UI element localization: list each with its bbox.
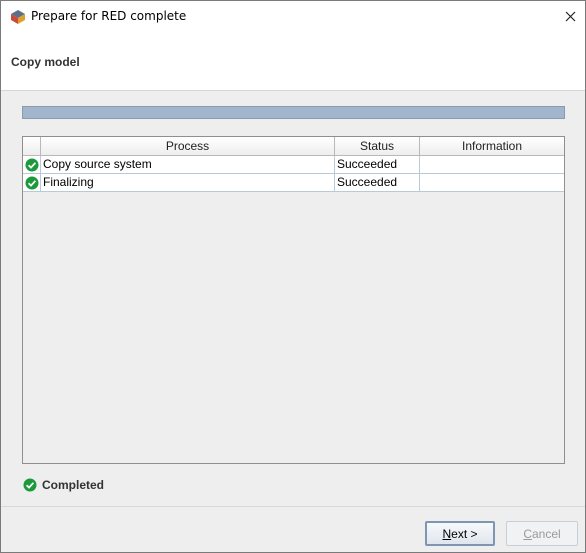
close-button[interactable] — [555, 1, 585, 32]
page-title: Copy model — [11, 55, 80, 69]
status-cell: Succeeded — [335, 156, 420, 174]
column-header-process[interactable]: Process — [41, 137, 335, 156]
footer-divider — [1, 506, 585, 507]
table-row[interactable]: Copy source system Succeeded — [23, 156, 564, 174]
status-label: Completed — [42, 478, 105, 492]
process-table: Process Status Information Copy source s… — [22, 136, 565, 464]
success-check-icon — [25, 176, 38, 189]
app-logo-icon — [11, 10, 25, 24]
status-cell: Succeeded — [335, 174, 420, 192]
progress-bar-fill — [23, 107, 564, 118]
row-status-cell — [23, 156, 41, 174]
next-button-mnemonic: N — [442, 526, 452, 541]
information-cell — [420, 156, 564, 174]
progress-bar — [22, 106, 565, 119]
process-cell: Finalizing — [41, 174, 335, 192]
row-status-cell — [23, 174, 41, 192]
table-row[interactable]: Finalizing Succeeded — [23, 174, 564, 192]
success-check-icon — [25, 158, 38, 171]
close-icon — [565, 11, 575, 22]
dialog-window: Prepare for RED complete Copy model Proc… — [0, 0, 586, 553]
success-check-icon — [23, 478, 37, 492]
column-header-status[interactable]: Status — [335, 137, 420, 156]
cancel-button[interactable]: Cancel — [506, 521, 578, 546]
table-header: Process Status Information — [23, 137, 564, 156]
cancel-button-mnemonic: C — [523, 526, 532, 541]
column-header-information[interactable]: Information — [420, 137, 564, 156]
column-header-icon[interactable] — [23, 137, 41, 156]
process-cell: Copy source system — [41, 156, 335, 174]
next-button[interactable]: Next > — [425, 521, 495, 546]
completion-status: Completed — [23, 478, 104, 492]
header-panel: Copy model — [1, 32, 585, 91]
cancel-button-label: ancel — [531, 526, 561, 541]
title-bar: Prepare for RED complete — [1, 1, 585, 32]
window-title: Prepare for RED complete — [31, 9, 187, 23]
next-button-label: ext > — [451, 526, 478, 541]
information-cell — [420, 174, 564, 192]
